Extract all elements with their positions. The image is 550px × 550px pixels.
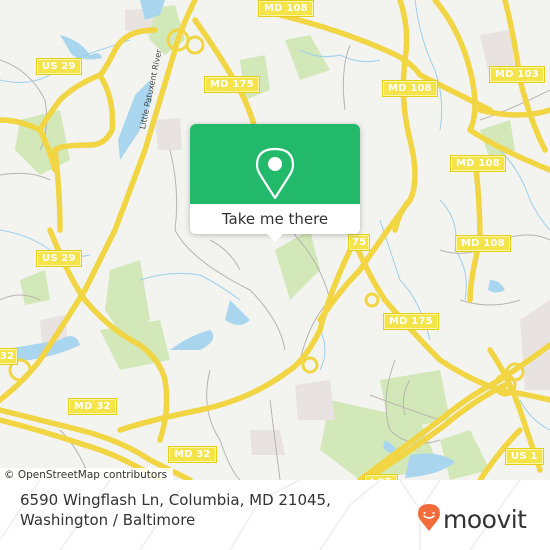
popup-pointer bbox=[266, 233, 284, 242]
road-shield: US 29 bbox=[36, 250, 82, 267]
road-shield: MD 108 bbox=[258, 0, 314, 17]
road-shield: MD 175 bbox=[383, 313, 439, 330]
location-popup: Take me there bbox=[190, 124, 360, 242]
road-shield: MD 103 bbox=[489, 66, 545, 83]
road-shield: 32 bbox=[0, 348, 19, 365]
road-shield: MD 108 bbox=[455, 235, 511, 252]
moovit-logo[interactable]: moovit bbox=[418, 504, 527, 536]
road-shield: MD 108 bbox=[450, 155, 506, 172]
take-me-there-button[interactable]: Take me there bbox=[190, 204, 360, 234]
address-line-1: 6590 Wingflash Ln, Columbia, MD 21045, bbox=[20, 491, 331, 509]
road-shield: US 1 bbox=[505, 448, 544, 465]
road-shield: MD 175 bbox=[204, 76, 260, 93]
popup-header bbox=[190, 124, 360, 204]
road-shield: MD 32 bbox=[168, 446, 217, 463]
address: 6590 Wingflash Ln, Columbia, MD 21045, W… bbox=[20, 490, 331, 530]
address-line-2: Washington / Baltimore bbox=[20, 511, 196, 529]
brand-name: moovit bbox=[443, 505, 527, 534]
road-shield: MD 32 bbox=[68, 398, 117, 415]
moovit-smile-pin-icon bbox=[418, 504, 440, 536]
map[interactable]: Little Patuxent River MD 108 MD 103 MD 1… bbox=[0, 0, 550, 480]
road-shield: US 29 bbox=[36, 58, 82, 75]
road-shield: MD 108 bbox=[382, 80, 438, 97]
road-shield: 75 bbox=[348, 234, 371, 251]
map-attribution[interactable]: © OpenStreetMap contributors bbox=[0, 468, 174, 480]
